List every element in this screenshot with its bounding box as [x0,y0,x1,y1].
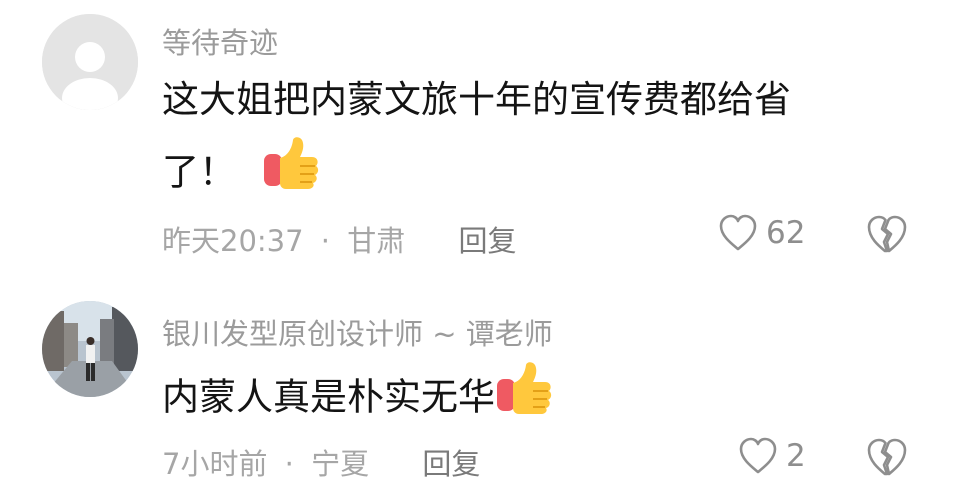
comment-meta: 昨天20:37 · 甘肃 回复 [162,218,516,260]
thumbs-up-emoji [495,361,553,437]
broken-heart-icon [867,438,907,476]
comment-location: 宁夏 [311,447,370,481]
comment-text: 了！ [162,136,320,212]
comment-time: 昨天20:37 [162,224,304,258]
comment-text: 内蒙人真是朴实无华 [162,361,553,437]
meta-separator: · [320,224,331,258]
default-avatar-icon [42,14,138,110]
comment-location: 甘肃 [347,224,406,258]
comment-item: 银川发型原创设计师 ~ 谭老师 内蒙人真是朴实无华 7小时前 · 宁夏 回复 2 [0,285,960,490]
heart-outline-icon [719,214,757,251]
comment-time: 7小时前 [162,447,268,481]
user-photo-avatar [42,301,138,397]
broken-heart-icon [867,215,907,253]
comment-item: 等待奇迹 这大姐把内蒙文旅十年的宣传费都给省 了！ 昨天20:37 · 甘肃 回… [0,0,960,270]
comment-username[interactable]: 等待奇迹 [162,20,278,62]
meta-separator: · [284,447,294,481]
avatar[interactable] [42,301,138,397]
comment-text-line: 内蒙人真是朴实无华 [162,375,495,419]
thumbs-up-emoji [262,136,320,212]
comment-meta: 7小时前 · 宁夏 回复 [162,441,480,483]
comment-text: 这大姐把内蒙文旅十年的宣传费都给省 [162,66,791,134]
comment-text-line: 了！ [162,150,236,194]
like-count: 62 [766,215,806,251]
avatar[interactable] [42,14,138,110]
dislike-button[interactable] [866,214,908,258]
like-count: 2 [786,438,806,474]
heart-outline-icon [739,437,777,474]
reply-button[interactable]: 回复 [458,224,516,258]
dislike-button[interactable] [866,437,908,481]
comment-username[interactable]: 银川发型原创设计师 ~ 谭老师 [162,311,553,353]
reply-button[interactable]: 回复 [422,447,480,481]
like-button[interactable]: 62 [718,214,805,252]
comment-text-line: 这大姐把内蒙文旅十年的宣传费都给省 [162,78,791,121]
like-button[interactable]: 2 [738,437,806,475]
